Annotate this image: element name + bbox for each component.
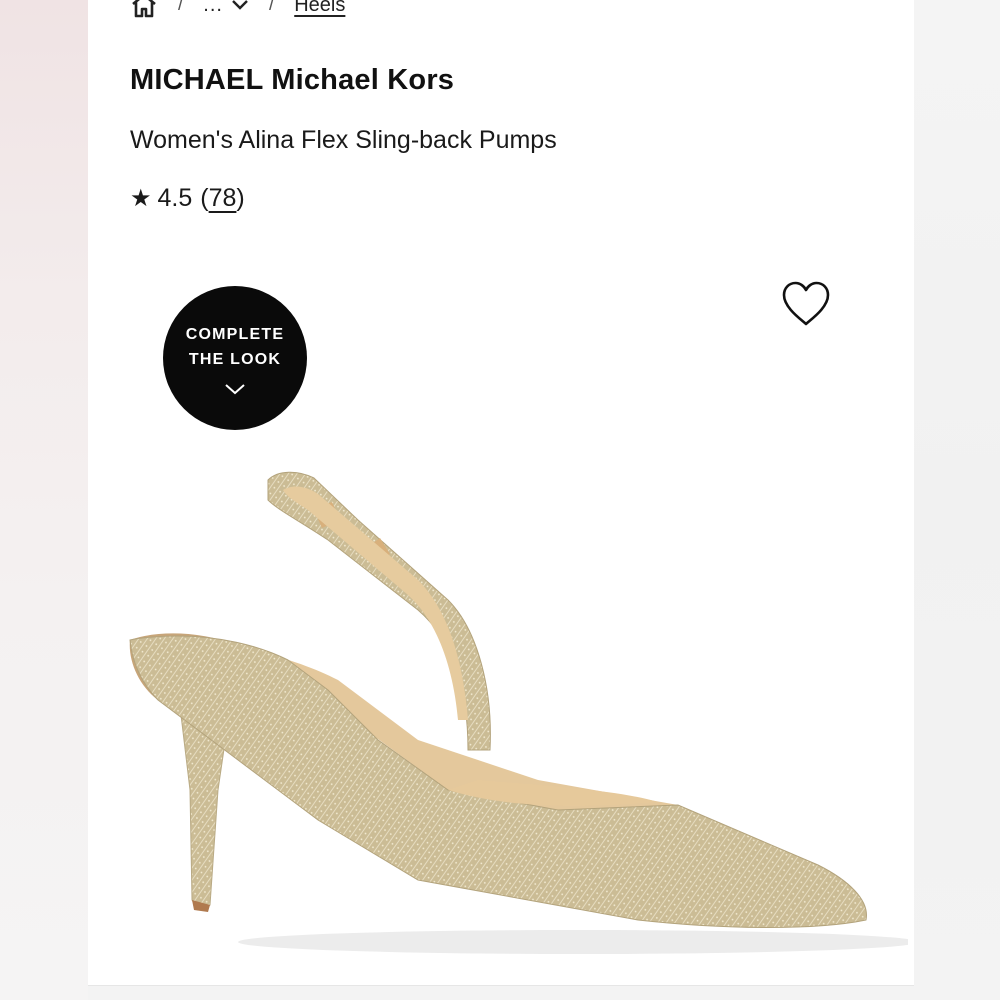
product-panel: / ... / Heels MICHAEL Michael Kors Women…: [88, 0, 914, 1000]
product-rating: ★ 4.5 ( 78 ): [130, 184, 245, 213]
brand-name[interactable]: MICHAEL Michael Kors: [130, 64, 454, 97]
complete-the-look-line1: COMPLETE: [185, 326, 285, 343]
chevron-down-icon: [225, 384, 245, 395]
breadcrumb: / ... / Heels: [130, 0, 345, 18]
complete-the-look-line2: THE LOOK: [188, 351, 282, 368]
breadcrumb-separator: /: [268, 0, 275, 15]
rating-value: 4.5: [157, 184, 193, 212]
left-background: [0, 0, 88, 1000]
heart-outline-icon[interactable]: [780, 280, 832, 328]
product-image[interactable]: [118, 460, 908, 980]
complete-the-look-button[interactable]: COMPLETE THE LOOK: [163, 286, 307, 430]
bottom-edge: [88, 985, 914, 1000]
right-background: [914, 0, 1000, 1000]
breadcrumb-ellipsis[interactable]: ...: [203, 0, 223, 17]
home-icon[interactable]: [130, 0, 158, 18]
review-count-open: (: [200, 184, 209, 212]
product-title: Women's Alina Flex Sling-back Pumps: [130, 126, 557, 154]
breadcrumb-link-heels[interactable]: Heels: [294, 0, 345, 17]
breadcrumb-separator: /: [178, 0, 184, 15]
star-icon: ★: [130, 185, 152, 212]
review-count-link[interactable]: 78: [209, 184, 237, 213]
review-count-close: ): [236, 184, 245, 212]
chevron-down-icon[interactable]: [231, 0, 249, 12]
